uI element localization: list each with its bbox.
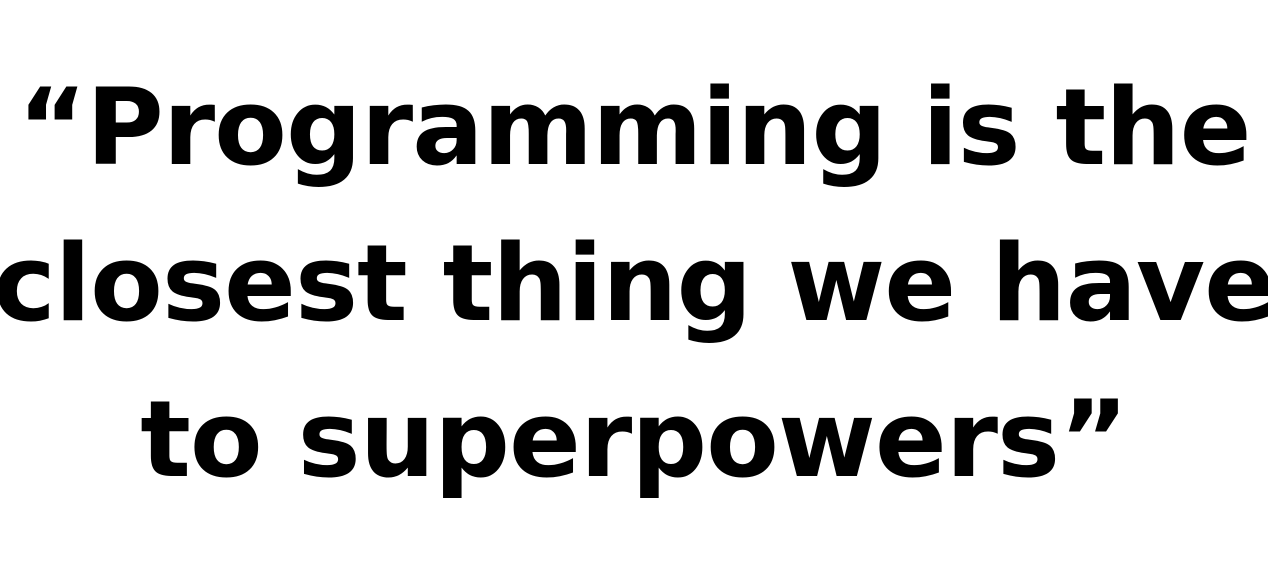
quote-line-3: to superpowers” bbox=[140, 378, 1129, 501]
quote-block: “Programming is the closest thing we hav… bbox=[0, 0, 1268, 568]
quote-line-2: closest thing we have bbox=[0, 222, 1268, 345]
quote-line-1: “Programming is the bbox=[17, 66, 1252, 189]
quote-text: “Programming is the closest thing we hav… bbox=[0, 50, 1268, 518]
